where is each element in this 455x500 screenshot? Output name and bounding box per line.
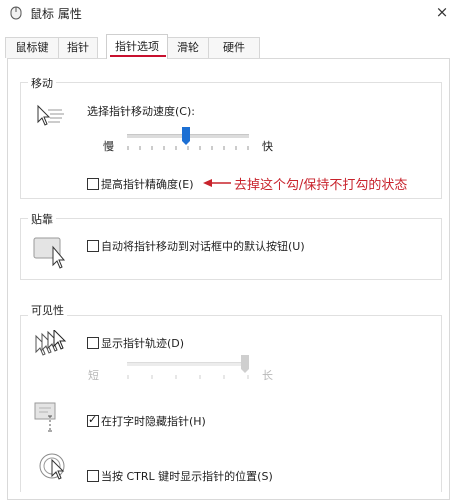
ctrl-locate-label: 当按 CTRL 键时显示指针的位置(S) (101, 470, 273, 483)
tab-pointers[interactable]: 指针 (58, 37, 98, 58)
snap-to-default-icon (33, 237, 66, 269)
precision-label: 提高指针精确度(E) (101, 178, 194, 191)
annotation-arrow (203, 179, 231, 187)
visibility-group (20, 315, 442, 492)
trail-length-slider-track[interactable] (127, 362, 249, 366)
speed-slider-thumb[interactable] (182, 127, 190, 145)
window-title: 鼠标 属性 (30, 7, 82, 21)
pointer-trails-label: 显示指针轨迹(D) (101, 337, 185, 350)
close-button[interactable]: × (432, 2, 452, 22)
hide-while-typing-label: 在打字时隐藏指针(H) (101, 415, 206, 428)
snap-to-checkbox[interactable] (87, 240, 99, 252)
hide-while-typing-checkbox[interactable] (87, 413, 99, 427)
trail-length-slider-thumb[interactable] (241, 355, 249, 373)
snap-to-label: 自动将指针移动到对话框中的默认按钮(U) (101, 240, 305, 253)
ctrl-locate-checkbox[interactable] (87, 470, 99, 482)
mouse-icon (10, 6, 22, 20)
snap-group-label: 贴靠 (28, 211, 56, 227)
tab-hardware[interactable]: 硬件 (208, 37, 260, 58)
hide-while-typing-icon (34, 402, 56, 432)
short-label: 短 (88, 369, 99, 382)
annotation-text: 去掉这个勾/保持不打勾的状态 (234, 178, 408, 193)
ctrl-locate-icon (39, 453, 65, 480)
speed-slider-ticks (127, 146, 249, 150)
tab-wheel[interactable]: 滑轮 (167, 37, 209, 58)
trail-length-ticks (127, 375, 249, 379)
precision-checkbox[interactable] (87, 178, 99, 190)
motion-group-label: 移动 (28, 75, 56, 91)
visibility-group-label: 可见性 (28, 302, 67, 318)
pointer-trails-checkbox[interactable] (87, 337, 99, 349)
tab-strip: 鼠标键 指针 指针选项 滑轮 硬件 (0, 34, 455, 59)
fast-label: 快 (262, 140, 273, 153)
pointer-trails-icon (35, 330, 67, 356)
slow-label: 慢 (103, 140, 114, 153)
active-tab-indicator (110, 55, 166, 57)
pointer-speed-icon (37, 104, 64, 126)
speed-label: 选择指针移动速度(C): (87, 105, 195, 118)
long-label: 长 (262, 369, 273, 382)
tab-buttons[interactable]: 鼠标键 (5, 37, 59, 58)
